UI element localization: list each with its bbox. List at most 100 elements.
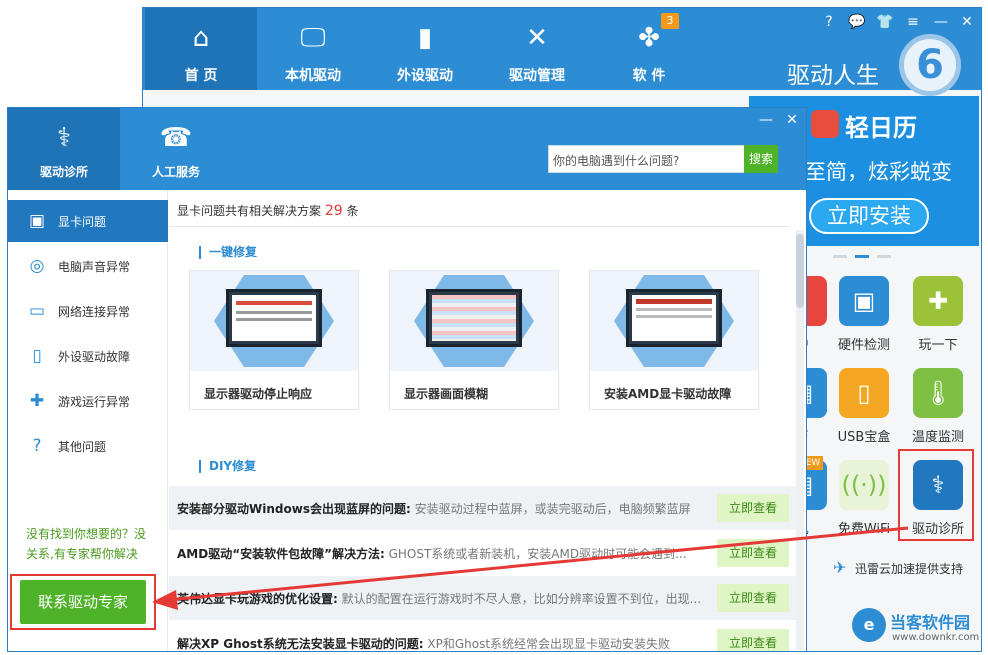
tab-label: 本机驱动 xyxy=(285,68,341,84)
card-title: 安装AMD显卡驱动故障 xyxy=(604,387,732,401)
card-image xyxy=(590,271,758,371)
sidebar-item-sound[interactable]: ◎ 电脑声音异常 xyxy=(8,245,168,287)
close-button[interactable]: ✕ xyxy=(782,112,802,132)
fix-card[interactable]: 显示器驱动停止响应 xyxy=(189,270,359,410)
article-row[interactable]: 解决XP Ghost系统无法安装显卡驱动的问题: XP和Ghost系统经常会出现… xyxy=(169,621,797,651)
hardware-check-icon: ▣ xyxy=(839,276,889,326)
summary-prefix: 显卡问题共有相关解决方案 xyxy=(177,204,322,218)
sidebar-item-display-card[interactable]: ▣ 显卡问题 xyxy=(8,200,168,242)
fix-card[interactable]: 显示器画面模糊 xyxy=(389,270,559,410)
tab-label: 驱动管理 xyxy=(509,68,565,84)
help-text: 没有找到你想要的？没关系,有专家帮你解决 xyxy=(26,527,147,561)
wifi-icon: ((·)) xyxy=(839,460,889,510)
article-title: 安装部分驱动Windows会出现蓝屏的问题: xyxy=(177,502,411,516)
sidebar-item-other[interactable]: ? 其他问题 xyxy=(8,425,168,467)
tool-hardware-check[interactable]: ▣ 硬件检测 xyxy=(827,276,901,368)
fix-card[interactable]: 安装AMD显卡驱动故障 xyxy=(589,270,759,410)
watermark-url: www.downkr.com xyxy=(892,632,980,643)
highlight-box xyxy=(10,574,156,630)
support-text: 迅雷云加速提供支持 xyxy=(855,562,964,576)
watermark-name: 当客软件园 xyxy=(890,613,971,632)
article-title: AMD驱动“安装软件包故障”解决方法: xyxy=(177,547,385,561)
ad-slogan: 至简，炫彩蜕变 xyxy=(805,160,952,184)
calendar-icon xyxy=(811,110,839,138)
install-now-button[interactable]: 立即安装 xyxy=(809,198,929,234)
view-now-button[interactable]: 立即查看 xyxy=(717,539,789,567)
stethoscope-icon: ☎ xyxy=(159,123,193,153)
view-now-button[interactable]: 立即查看 xyxy=(717,629,789,651)
article-desc: XP和Ghost系统经常会出现显卡驱动安装失败 xyxy=(427,637,671,651)
article-row[interactable]: 安装部分驱动Windows会出现蓝屏的问题: 安装驱动过程中蓝屏，或装完驱动后，… xyxy=(169,486,797,530)
sidebar-item-peripheral[interactable]: ▯ 外设驱动故障 xyxy=(8,335,168,377)
scrollbar-thumb[interactable] xyxy=(796,234,804,308)
sidebar-item-label: 外设驱动故障 xyxy=(58,350,131,364)
carousel-dot[interactable] xyxy=(877,255,891,258)
article-desc: 安装驱动过程中蓝屏，或装完驱动后，电脑频繁蓝屏 xyxy=(414,502,691,516)
tab-label: 软 件 xyxy=(632,68,666,84)
minimize-button[interactable]: — xyxy=(931,12,951,32)
solution-summary: 显卡问题共有相关解决方案 29 条 xyxy=(177,202,359,219)
article-row[interactable]: AMD驱动“安装软件包故障”解决方法: GHOST系统或者新装机，安装AMD驱动… xyxy=(169,531,797,575)
ad-title: 轻日历 xyxy=(845,114,917,142)
tab-local-drivers[interactable]: 🖵 本机驱动 xyxy=(257,8,369,90)
card-image xyxy=(390,271,558,371)
sidebar-item-label: 其他问题 xyxy=(58,440,107,454)
sound-icon: ◎ xyxy=(29,256,45,276)
tab-label: 人工服务 xyxy=(151,165,200,179)
tool-free-wifi[interactable]: ((·)) 免费WiFi xyxy=(827,460,901,552)
summary-suffix: 条 xyxy=(346,204,359,218)
view-now-button[interactable]: 立即查看 xyxy=(717,584,789,612)
sidebar-item-label: 游戏运行异常 xyxy=(58,395,131,409)
tab-driver-clinic[interactable]: ⚕ 驱动诊所 xyxy=(8,108,120,190)
minimize-button[interactable]: — xyxy=(756,112,776,132)
sidebar-item-label: 网络连接异常 xyxy=(58,305,131,319)
menu-icon[interactable]: ≡ xyxy=(903,12,923,32)
search-input[interactable]: 你的电脑遇到什么问题? xyxy=(548,145,746,173)
driver-clinic-window: ⚕ 驱动诊所 ☎ 人工服务 — ✕ 你的电脑遇到什么问题? 搜索 ▣ 显卡问题 … xyxy=(7,107,807,652)
sidebar-item-label: 电脑声音异常 xyxy=(58,260,131,274)
view-now-button[interactable]: 立即查看 xyxy=(717,494,789,522)
tool-label: 玩一下 xyxy=(918,338,958,353)
sidebar-item-game[interactable]: ✚ 游戏运行异常 xyxy=(8,380,168,422)
carousel-dot-active[interactable] xyxy=(855,255,869,258)
tab-driver-management[interactable]: ✕ 驱动管理 xyxy=(481,8,593,90)
card-title: 显示器画面模糊 xyxy=(404,387,489,401)
sidebar-item-network[interactable]: ▭ 网络连接异常 xyxy=(8,290,168,332)
tab-software[interactable]: ✤ 软 件 xyxy=(593,8,705,90)
feedback-icon[interactable]: 💬 xyxy=(847,12,867,32)
sidebar-item-label: 显卡问题 xyxy=(58,215,107,229)
tab-peripheral-drivers[interactable]: ▮ 外设驱动 xyxy=(369,8,481,90)
tab-home[interactable]: ⌂ 首 页 xyxy=(145,8,257,90)
brand-logo: 6 xyxy=(899,34,961,96)
tool-usb-box[interactable]: ▯ USB宝盒 xyxy=(827,368,901,460)
home-icon: ⌂ xyxy=(192,23,210,53)
card-title: 显示器驱动停止响应 xyxy=(204,387,313,401)
monitor-icon: 🖵 xyxy=(300,23,326,53)
search-button[interactable]: 搜索 xyxy=(744,145,778,173)
question-icon: ? xyxy=(32,436,42,456)
thermometer-icon: 🌡 xyxy=(913,368,963,418)
tool-temperature[interactable]: 🌡 温度监测 xyxy=(901,368,975,460)
highlight-box xyxy=(898,449,974,541)
main-content: 显卡问题共有相关解决方案 29 条 一键修复 显示器驱动停止响应 显示器画面模糊 xyxy=(169,190,806,651)
tool-label: 温度监测 xyxy=(911,430,964,445)
article-title: 解决XP Ghost系统无法安装显卡驱动的问题: xyxy=(177,637,424,651)
gamepad-icon: ✚ xyxy=(913,276,963,326)
game-icon: ✚ xyxy=(29,391,45,411)
article-title: 英伟达显卡玩游戏的优化设置: xyxy=(177,592,338,606)
display-card-icon: ▣ xyxy=(28,211,46,231)
tab-manual-service[interactable]: ☎ 人工服务 xyxy=(120,108,232,190)
clinic-header: ⚕ 驱动诊所 ☎ 人工服务 — ✕ 你的电脑遇到什么问题? 搜索 xyxy=(8,108,806,190)
help-icon[interactable]: ? xyxy=(819,12,839,32)
carousel-dot[interactable] xyxy=(833,255,847,258)
article-desc: 默认的配置在运行游戏时不尽人意，比如分辨率设置不到位，出现... xyxy=(341,592,702,606)
close-button[interactable]: ✕ xyxy=(957,12,977,32)
section-title: DIY修复 xyxy=(199,460,256,473)
tool-play[interactable]: ✚ 玩一下 xyxy=(901,276,975,368)
doctor-icon: ⚕ xyxy=(56,123,72,153)
tools-icon: ✕ xyxy=(526,23,548,53)
divider xyxy=(169,226,789,227)
skin-icon[interactable]: 👕 xyxy=(875,12,895,32)
article-row[interactable]: 英伟达显卡玩游戏的优化设置: 默认的配置在运行游戏时不尽人意，比如分辨率设置不到… xyxy=(169,576,797,620)
network-icon: ▭ xyxy=(28,301,46,321)
